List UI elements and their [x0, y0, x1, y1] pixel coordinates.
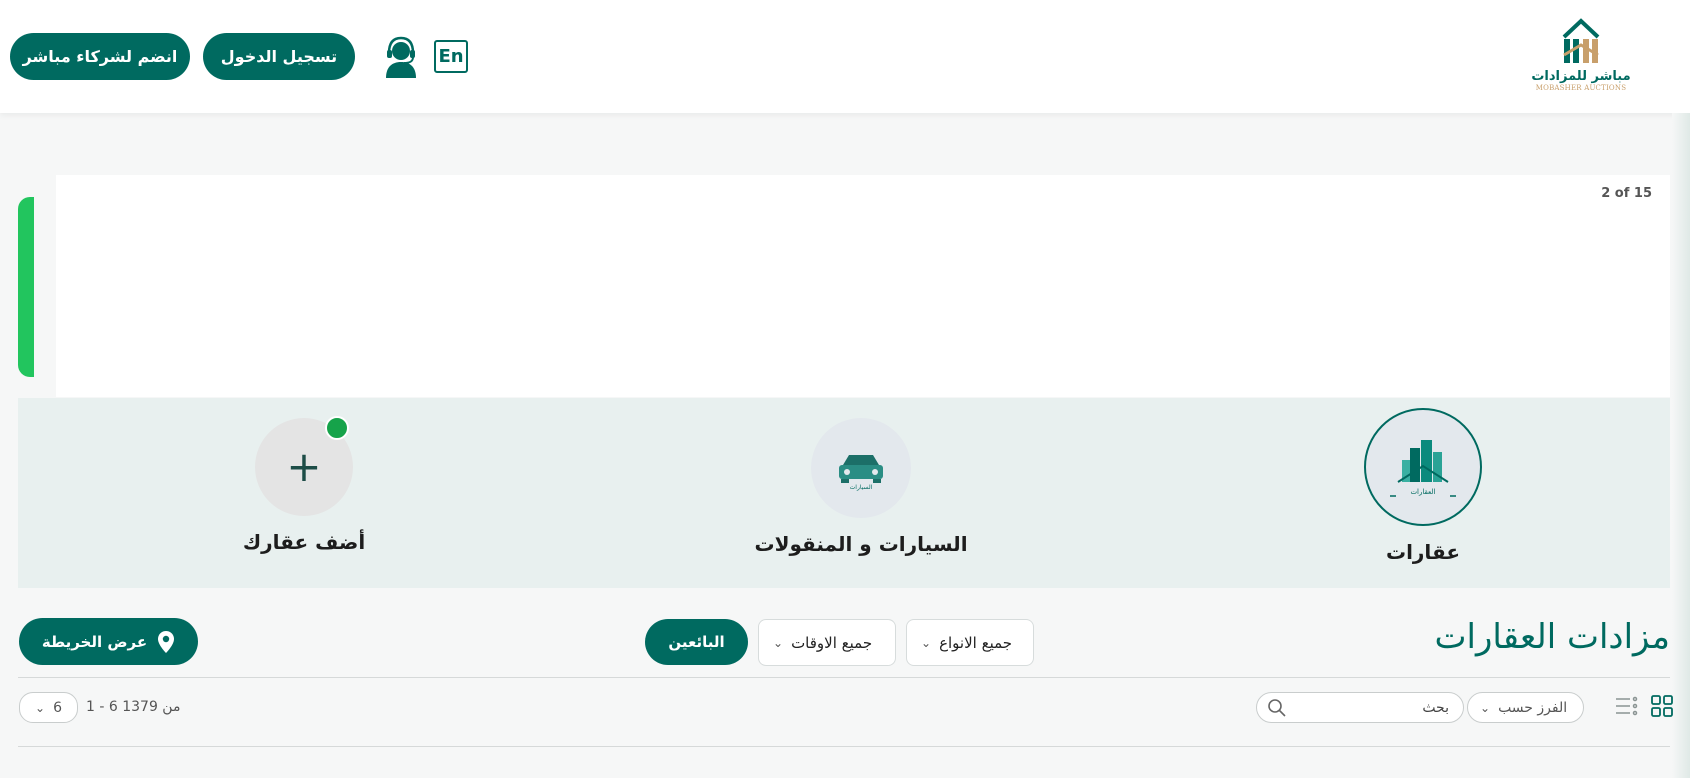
category-label-add-property: أضف عقارك	[242, 530, 366, 554]
notification-dot	[325, 416, 349, 440]
map-button-label: عرض الخريطة	[41, 632, 148, 651]
slider-counter: 2 of 15	[1601, 186, 1652, 201]
search-icon	[1268, 698, 1286, 717]
logo-text-arabic: مباشر للمزادات	[1531, 69, 1631, 84]
buildings-icon: العقارات	[1364, 408, 1482, 526]
realestate-icon-caption: العقارات	[1410, 488, 1435, 496]
category-band: العقارات عقارات السيارات السيارات و المن…	[18, 398, 1670, 588]
list-divider	[18, 746, 1670, 747]
category-label-realestate: عقارات	[1385, 540, 1461, 564]
join-partners-button[interactable]: انضم لشركاء مباشر	[10, 33, 190, 80]
slider-side-tab[interactable]	[18, 197, 34, 377]
page-edge-decoration	[1672, 113, 1690, 778]
sort-dropdown[interactable]: ⌄ الفرز حسب	[1467, 692, 1584, 723]
sellers-button[interactable]: البائعين	[645, 619, 748, 665]
per-page-select[interactable]: ⌄ 6	[19, 692, 78, 723]
chevron-down-icon: ⌄	[1480, 700, 1491, 715]
per-page-value: 6	[53, 699, 62, 716]
search-placeholder: بحث	[1422, 699, 1449, 716]
language-toggle-button[interactable]: En	[434, 40, 468, 73]
times-filter-dropdown[interactable]: ⌄ جميع الاوقات	[758, 619, 896, 666]
cars-icon-caption: السيارات	[850, 484, 873, 491]
category-cars[interactable]: السيارات السيارات و المنقولات	[754, 418, 968, 556]
page-title: مزادات العقارات	[1434, 617, 1670, 657]
logo-text-english: MOBASHER AUCTIONS	[1535, 84, 1627, 92]
chevron-down-icon: ⌄	[35, 700, 46, 715]
login-button[interactable]: تسجيل الدخول	[203, 33, 355, 80]
hero-slider[interactable]: 2 of 15	[56, 175, 1670, 397]
chevron-down-icon: ⌄	[773, 635, 784, 650]
chevron-down-icon: ⌄	[921, 635, 932, 650]
category-realestate[interactable]: العقارات عقارات	[1348, 408, 1498, 564]
toolbar-divider	[18, 677, 1670, 678]
car-icon: السيارات	[811, 418, 911, 518]
show-map-button[interactable]: عرض الخريطة	[19, 618, 198, 665]
top-header: انضم لشركاء مباشر تسجيل الدخول En مباشر …	[0, 0, 1690, 113]
grid-view-icon[interactable]	[1650, 694, 1674, 718]
view-toggle	[1614, 694, 1674, 718]
list-view-icon[interactable]	[1614, 694, 1638, 718]
results-range: 1 - 6 من 1379	[86, 699, 181, 715]
search-input[interactable]: بحث	[1256, 692, 1464, 723]
plus-icon: +	[255, 416, 353, 516]
types-filter-label: جميع الانواع	[939, 633, 1013, 652]
category-add-property[interactable]: + أضف عقارك	[224, 416, 384, 554]
location-pin-icon	[158, 630, 175, 653]
types-filter-dropdown[interactable]: ⌄ جميع الانواع	[906, 619, 1034, 666]
category-label-cars: السيارات و المنقولات	[754, 532, 968, 556]
sort-label: الفرز حسب	[1498, 699, 1568, 716]
customer-support-icon[interactable]	[378, 36, 424, 78]
times-filter-label: جميع الاوقات	[791, 633, 873, 652]
